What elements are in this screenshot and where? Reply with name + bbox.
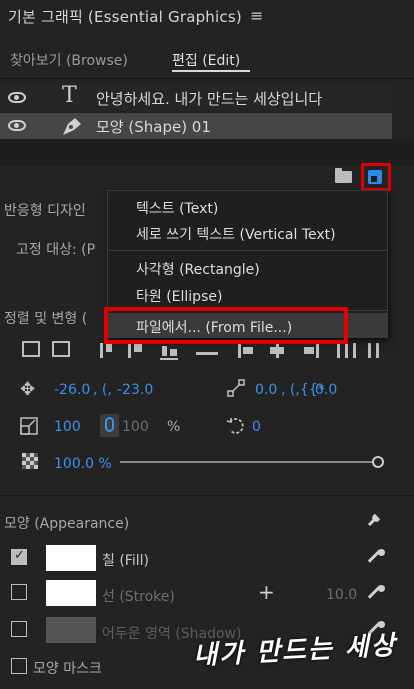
tab-browse[interactable]: 찾아보기 (Browse) bbox=[10, 50, 128, 70]
align-vertical-center-icon[interactable] bbox=[22, 341, 40, 357]
panel-title: 기본 그래픽 (Essential Graphics) bbox=[8, 8, 242, 26]
hamburger-icon[interactable]: ≡ bbox=[250, 6, 263, 25]
opacity-slider-knob[interactable] bbox=[372, 456, 384, 468]
rotation-icon bbox=[226, 418, 244, 434]
menu-item-rectangle[interactable]: 사각형 (Rectangle) bbox=[136, 259, 260, 279]
tab-divider bbox=[0, 78, 414, 79]
tab-edit-underline bbox=[172, 70, 250, 72]
menu-item-ellipse[interactable]: 타원 (Ellipse) bbox=[136, 286, 222, 306]
pin-to-label: 고정 대상: (P bbox=[16, 242, 96, 258]
distribute-vertical-icon bbox=[376, 343, 379, 358]
position-x-value[interactable]: -26.0 bbox=[54, 382, 90, 398]
stroke-color-swatch[interactable] bbox=[46, 580, 96, 606]
align-bottom-icon[interactable] bbox=[162, 346, 167, 356]
tab-edit[interactable]: 편집 (Edit) bbox=[172, 50, 240, 70]
stroke-checkbox[interactable] bbox=[11, 584, 27, 600]
rotation-value[interactable]: 0 bbox=[252, 419, 261, 435]
anchor-x-value[interactable]: 0.0 bbox=[255, 382, 277, 398]
distribute-right-icon bbox=[316, 343, 319, 358]
position-icon: ✥ bbox=[20, 379, 36, 400]
distribute-right-icon[interactable] bbox=[304, 347, 314, 354]
distribute-center-icon bbox=[276, 343, 279, 358]
distribute-horizontal-icon[interactable] bbox=[337, 343, 340, 358]
menu-item-vertical-text[interactable]: 세로 쓰기 텍스트 (Vertical Text) bbox=[136, 224, 336, 244]
eyedropper-icon[interactable] bbox=[369, 548, 387, 566]
distribute-icon[interactable] bbox=[238, 343, 241, 358]
position-y-value[interactable]: -23.0 bbox=[117, 382, 153, 398]
align-bottom-icon bbox=[160, 358, 178, 360]
layer-list-spacer bbox=[0, 140, 414, 166]
appearance-label: 모양 (Appearance) bbox=[4, 516, 130, 532]
align-top-icon[interactable] bbox=[128, 343, 131, 358]
shadow-checkbox[interactable] bbox=[11, 621, 27, 637]
scale-unit: % bbox=[167, 419, 181, 435]
opacity-icon bbox=[22, 453, 38, 469]
align-top-icon bbox=[134, 343, 142, 352]
shape-mask-label: 모양 마스크 bbox=[33, 661, 102, 677]
wrench-icon[interactable] bbox=[366, 510, 384, 528]
layer-row-shape[interactable]: 모양 (Shape) 01 bbox=[0, 113, 392, 139]
pen-icon bbox=[63, 118, 81, 135]
distribute-icon bbox=[243, 347, 253, 354]
distribute-horizontal-icon bbox=[353, 343, 356, 358]
shape-mask-checkbox[interactable] bbox=[11, 658, 27, 674]
align-horizontal-center-icon[interactable] bbox=[52, 341, 70, 357]
stroke-label: 선 (Stroke) bbox=[102, 589, 175, 605]
eye-icon[interactable] bbox=[8, 120, 26, 131]
opacity-value[interactable]: 100.0 % bbox=[54, 456, 112, 472]
link-icon bbox=[105, 417, 114, 432]
fill-color-swatch[interactable] bbox=[46, 545, 96, 571]
align-left-icon[interactable] bbox=[100, 343, 103, 358]
fill-label: 칠 (Fill) bbox=[102, 553, 149, 569]
add-stroke-icon[interactable]: + bbox=[258, 580, 275, 604]
shadow-color-swatch[interactable] bbox=[46, 617, 96, 643]
text-T-icon: T bbox=[62, 83, 77, 108]
eyedropper-icon[interactable] bbox=[369, 584, 387, 602]
align-transform-label: 정렬 및 변형 ( bbox=[4, 311, 88, 327]
menu-item-text[interactable]: 텍스트 (Text) bbox=[136, 198, 218, 218]
align-bottom-icon bbox=[170, 349, 177, 356]
from-file-highlight-box bbox=[104, 307, 348, 344]
layer-name: 모양 (Shape) 01 bbox=[96, 118, 211, 136]
scale-value[interactable]: 100 bbox=[54, 419, 81, 435]
opacity-slider-track[interactable] bbox=[120, 461, 376, 463]
scale-lock-button[interactable] bbox=[100, 414, 119, 437]
distribute-horizontal-icon bbox=[345, 343, 348, 358]
scale-icon bbox=[20, 417, 38, 435]
responsive-design-label: 반응형 디자인 bbox=[4, 203, 86, 219]
layer-row-text[interactable]: T 안녕하세요. 내가 만드는 세상입니다 bbox=[0, 83, 392, 111]
eye-icon[interactable] bbox=[8, 92, 26, 103]
folder-icon[interactable] bbox=[335, 168, 352, 183]
distribute-vertical-icon[interactable] bbox=[368, 343, 371, 358]
new-layer-icon[interactable] bbox=[368, 170, 382, 184]
stroke-width-value[interactable]: 10.0 bbox=[326, 587, 357, 603]
section-divider bbox=[0, 495, 414, 496]
position-separator: , (, bbox=[93, 382, 112, 398]
align-middle-icon[interactable] bbox=[196, 352, 218, 355]
align-left-icon bbox=[106, 343, 112, 352]
scale-locked-value: 100 bbox=[122, 419, 149, 435]
menu-separator bbox=[108, 250, 387, 251]
fill-checkbox[interactable] bbox=[11, 548, 27, 565]
anchor-point-icon bbox=[227, 379, 245, 397]
layer-name: 안녕하세요. 내가 만드는 세상입니다 bbox=[96, 90, 323, 108]
anchor-y-value[interactable]: 0.0 bbox=[315, 382, 337, 398]
